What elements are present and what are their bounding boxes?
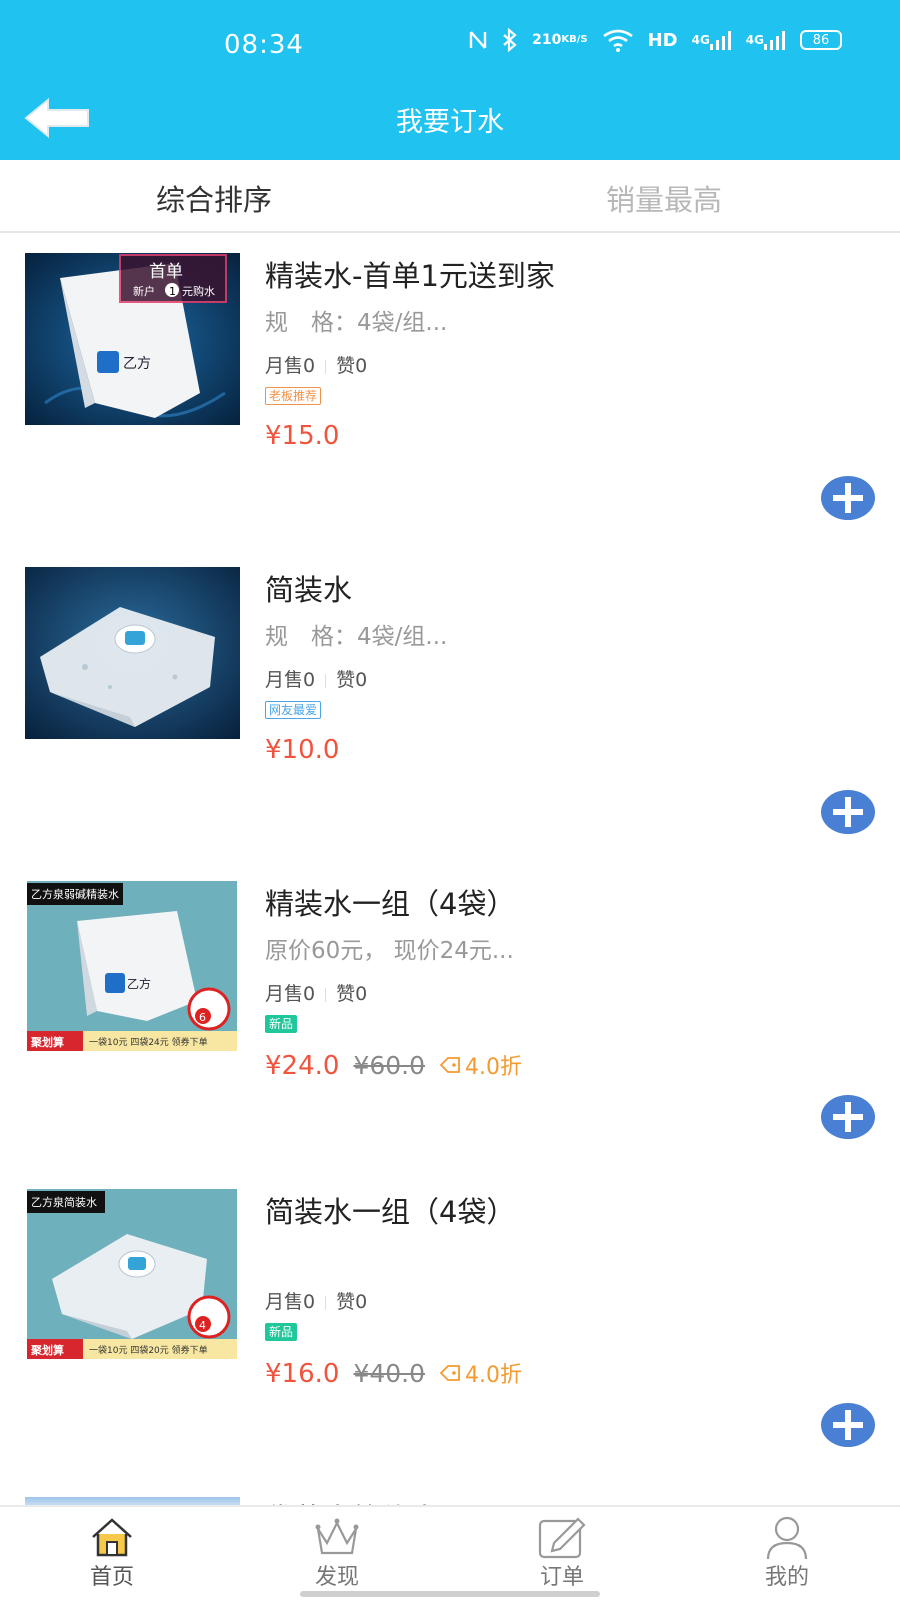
price-row: ¥24.0 ¥60.0 4.0折 bbox=[265, 1049, 522, 1081]
add-to-cart-button[interactable] bbox=[820, 475, 876, 521]
product-item[interactable]: 乙方泉简装水 4 聚划算 一袋10元 四袋20元 领券下单 简装水一组（4袋） … bbox=[0, 1189, 900, 1489]
discount-badge: 4.0折 bbox=[439, 1049, 522, 1081]
price-row: ¥16.0 ¥40.0 4.0折 bbox=[265, 1357, 522, 1389]
divider bbox=[325, 1295, 327, 1310]
monthly-sales: 月售0 bbox=[265, 355, 316, 377]
monthly-sales: 月售0 bbox=[265, 669, 316, 691]
bluetooth-icon bbox=[502, 28, 518, 52]
product-price: ¥16.0 bbox=[265, 1359, 340, 1389]
tab-top-sales[interactable]: 销量最高 bbox=[606, 177, 722, 219]
product-tag: 新品 bbox=[265, 1015, 298, 1033]
product-image[interactable]: 乙方泉简装水 4 聚划算 一袋10元 四袋20元 领券下单 bbox=[27, 1189, 237, 1359]
likes-count: 赞0 bbox=[336, 1291, 368, 1313]
likes-count: 赞0 bbox=[336, 983, 368, 1005]
nav-home[interactable]: 首页 bbox=[67, 1515, 157, 1591]
hd-indicator: HD bbox=[647, 29, 678, 51]
price-row: ¥15.0 bbox=[265, 421, 339, 451]
banner-end: 元购水 bbox=[182, 284, 215, 298]
monthly-sales: 月售0 bbox=[265, 983, 316, 1005]
price-tag-icon bbox=[439, 1057, 460, 1073]
discount-badge: 4.0折 bbox=[439, 1357, 522, 1389]
product-item[interactable]: 乙方泉弱碱精装水 乙方 6 聚划算 一袋10元 四袋24元 领券下单 精装水一组… bbox=[0, 881, 900, 1181]
product-tag: 老板推荐 bbox=[265, 387, 322, 405]
likes-count: 赞0 bbox=[336, 669, 368, 691]
svg-text:乙方: 乙方 bbox=[123, 356, 151, 372]
add-to-cart-button[interactable] bbox=[820, 1402, 876, 1448]
edit-icon bbox=[538, 1517, 586, 1559]
product-item[interactable]: 简装水 规 格：4袋/组... 月售0 赞0 网友最爱 ¥10.0 bbox=[0, 567, 900, 867]
image-badge-num: 6 bbox=[199, 1011, 206, 1024]
price-tag-icon bbox=[439, 1365, 460, 1381]
banner-title: 首单 bbox=[149, 262, 183, 282]
crown-icon bbox=[315, 1518, 359, 1555]
image-top-label: 乙方泉弱碱精装水 bbox=[31, 887, 119, 901]
original-price: ¥60.0 bbox=[353, 1051, 426, 1080]
product-image[interactable] bbox=[25, 567, 240, 739]
nav-orders[interactable]: 订单 bbox=[517, 1515, 607, 1591]
image-bottom-brand: 聚划算 bbox=[30, 1343, 64, 1357]
original-price: ¥40.0 bbox=[353, 1359, 426, 1388]
product-image[interactable]: 乙方泉弱碱精装水 乙方 6 聚划算 一袋10元 四袋24元 领券下单 bbox=[27, 881, 237, 1051]
divider bbox=[325, 359, 327, 374]
product-name[interactable]: 简装水 bbox=[265, 567, 352, 609]
wifi-icon bbox=[602, 28, 634, 52]
banner-num: 1 bbox=[169, 285, 176, 298]
product-name[interactable]: 精装水一组（4袋） bbox=[265, 881, 515, 923]
product-spec: 原价60元， 现价24元... bbox=[265, 938, 514, 964]
product-name[interactable]: 简装水一组（4袋） bbox=[265, 1189, 515, 1231]
top-header: 08:34 210 KB/S HD 4G 4G 86 我要订水 bbox=[0, 0, 900, 160]
sort-tabs: 综合排序 销量最高 bbox=[0, 160, 900, 233]
tab-comprehensive-sort[interactable]: 综合排序 bbox=[156, 177, 272, 219]
image-top-label: 乙方泉简装水 bbox=[31, 1195, 97, 1209]
add-to-cart-button[interactable] bbox=[820, 1094, 876, 1140]
battery-icon: 86 bbox=[800, 30, 842, 50]
price-row: ¥10.0 bbox=[265, 735, 339, 765]
product-spec: 规 格：4袋/组... bbox=[265, 624, 448, 650]
product-price: ¥15.0 bbox=[265, 421, 340, 451]
product-item[interactable]: 乙方 首单 新户 1 元购水 精装水-首单1元送到家 规 格：4袋/组... 月… bbox=[0, 253, 900, 553]
monthly-sales: 月售0 bbox=[265, 1291, 316, 1313]
svg-text:乙方: 乙方 bbox=[127, 976, 151, 991]
nav-discover[interactable]: 发现 bbox=[292, 1515, 382, 1591]
likes-count: 赞0 bbox=[336, 355, 368, 377]
divider bbox=[325, 987, 327, 1002]
product-spec: 规 格：4袋/组... bbox=[265, 310, 448, 336]
bottom-nav: 首页 发现 订单 我的 bbox=[0, 1505, 900, 1600]
signal-icon-2: 4G bbox=[746, 30, 786, 50]
image-bottom-text: 一袋10元 四袋20元 领券下单 bbox=[89, 1344, 208, 1356]
product-stats: 月售0 赞0 bbox=[265, 979, 367, 1006]
divider bbox=[325, 673, 327, 688]
product-tag: 新品 bbox=[265, 1323, 298, 1341]
product-stats: 月售0 赞0 bbox=[265, 351, 367, 378]
nfc-icon bbox=[468, 29, 488, 51]
product-image[interactable]: 乙方 首单 新户 1 元购水 bbox=[25, 253, 240, 425]
status-time: 08:34 bbox=[224, 30, 304, 60]
image-bottom-brand: 聚划算 bbox=[30, 1035, 64, 1049]
product-stats: 月售0 赞0 bbox=[265, 665, 367, 692]
network-speed: 210 KB/S bbox=[532, 32, 588, 48]
product-price: ¥10.0 bbox=[265, 735, 340, 765]
home-indicator[interactable] bbox=[300, 1591, 600, 1597]
product-price: ¥24.0 bbox=[265, 1051, 340, 1081]
status-icons: 210 KB/S HD 4G 4G 86 bbox=[468, 28, 842, 52]
product-stats: 月售0 赞0 bbox=[265, 1287, 367, 1314]
product-tag: 网友最爱 bbox=[265, 701, 322, 719]
image-badge-num: 4 bbox=[199, 1319, 206, 1332]
image-bottom-text: 一袋10元 四袋24元 领券下单 bbox=[89, 1036, 208, 1048]
nav-profile[interactable]: 我的 bbox=[742, 1515, 832, 1591]
product-name[interactable]: 精装水-首单1元送到家 bbox=[265, 253, 555, 295]
add-to-cart-button[interactable] bbox=[820, 789, 876, 835]
banner-sub: 新户 bbox=[133, 284, 155, 298]
signal-icon-1: 4G bbox=[692, 30, 732, 50]
home-icon bbox=[92, 1518, 132, 1557]
user-icon bbox=[766, 1516, 808, 1559]
page-title: 我要订水 bbox=[396, 107, 504, 138]
